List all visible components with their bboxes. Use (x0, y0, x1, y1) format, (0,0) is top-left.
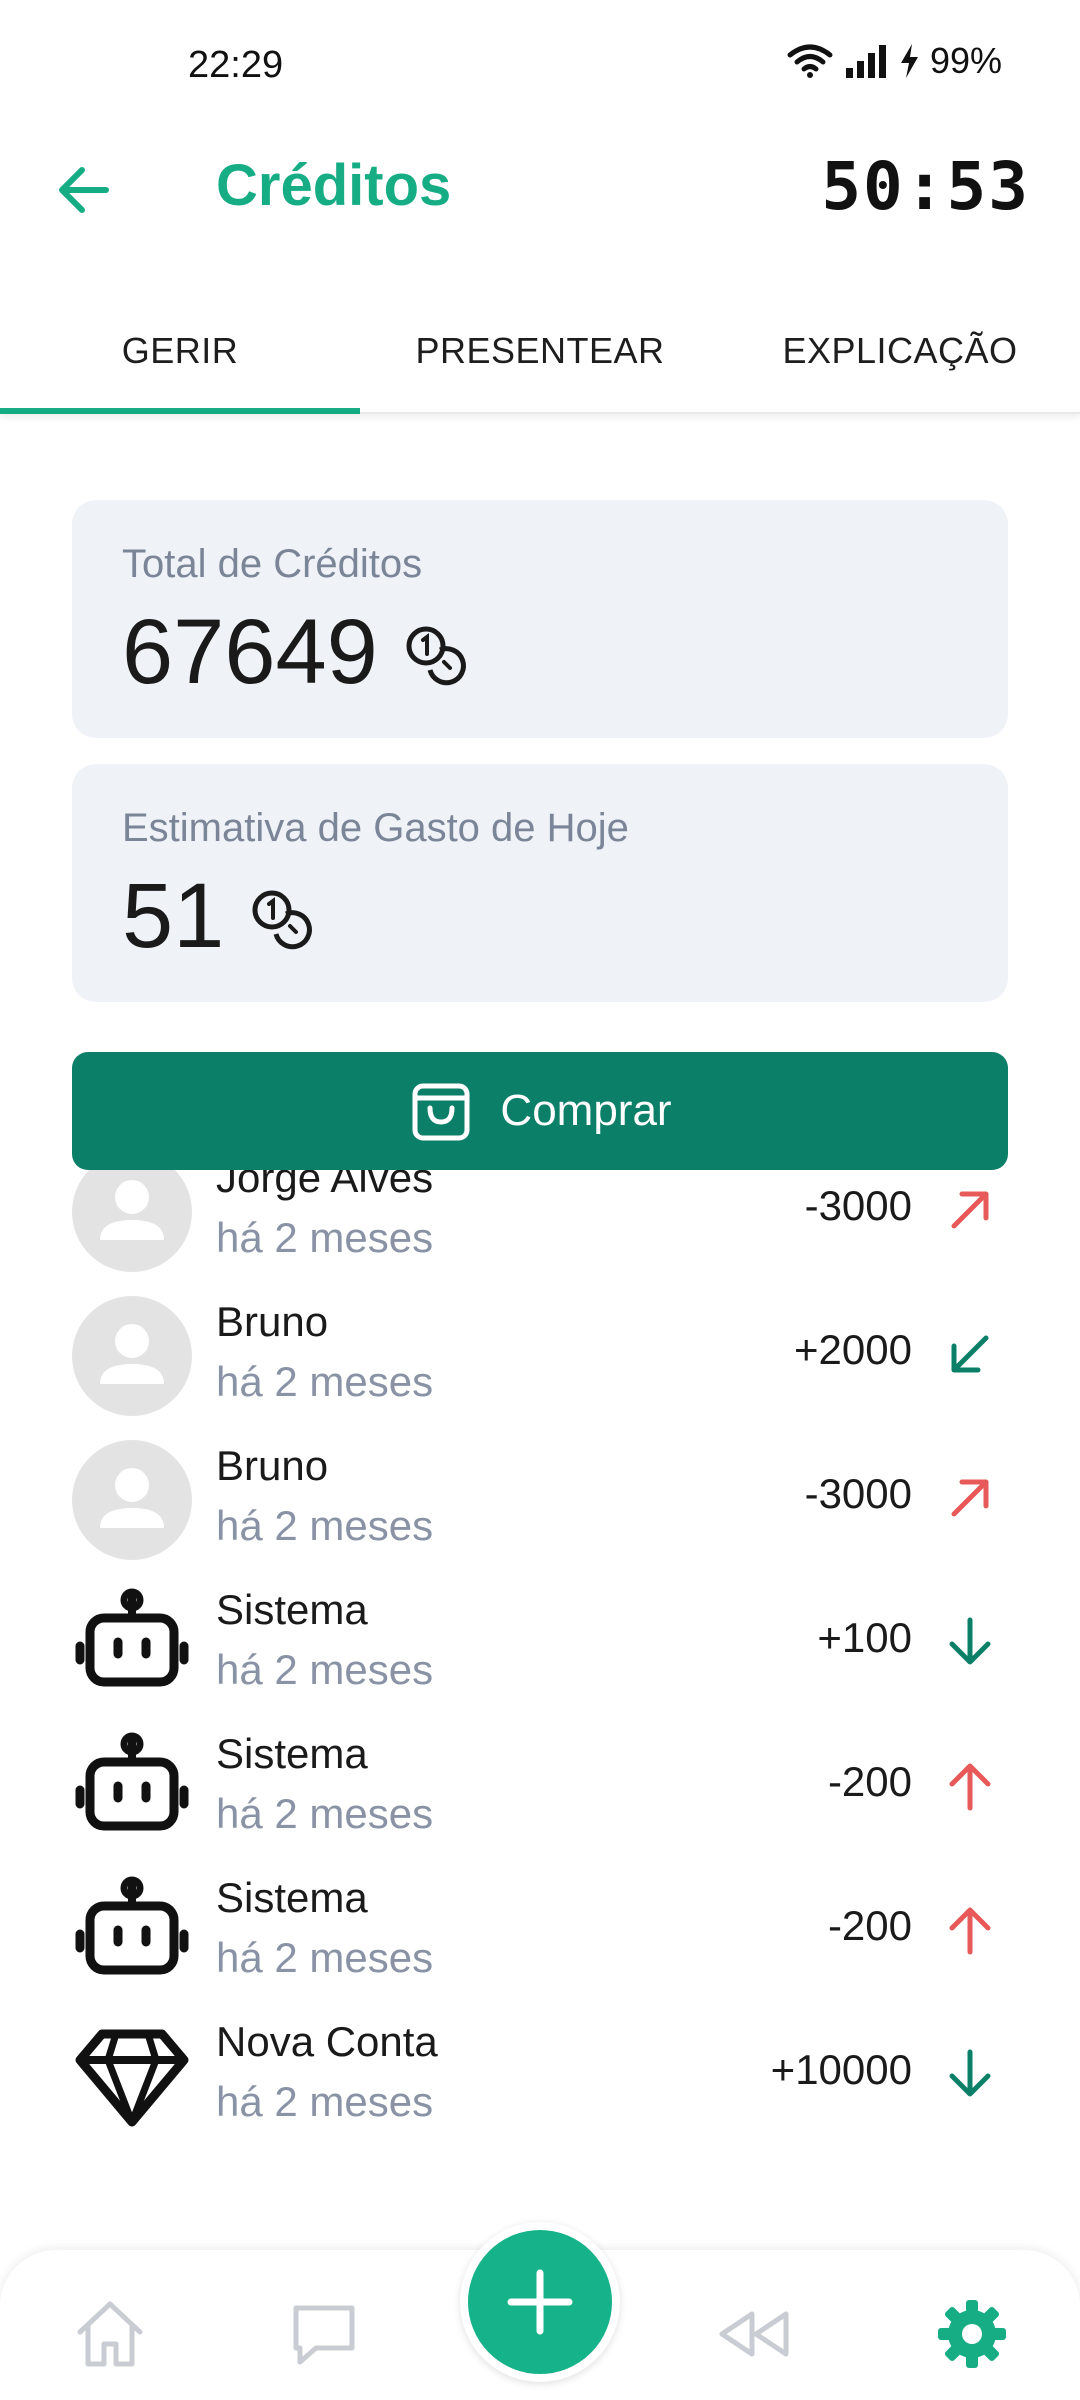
total-credits-value-row: 67649 (122, 600, 472, 705)
transaction-time: há 2 meses (216, 1934, 434, 1981)
wifi-icon (787, 44, 833, 78)
settings-icon[interactable] (934, 2296, 1010, 2372)
today-estimate-label: Estimativa de Gasto de Hoje (122, 806, 629, 850)
shopping-bag-icon (412, 1083, 470, 1141)
battery-percent: 99% (929, 40, 1002, 81)
transaction-time: há 2 meses (216, 1790, 434, 1837)
transaction-name: Bruno (216, 1298, 329, 1345)
buy-button[interactable]: Comprar (72, 1052, 1008, 1170)
transaction-amount: -200 (827, 1758, 912, 1805)
transaction-amount: -3000 (804, 1182, 912, 1229)
transaction-row[interactable]: Sistema há 2 meses -200 (0, 1716, 1080, 1860)
user-avatar (72, 1440, 192, 1560)
robot-icon (75, 1588, 189, 1687)
coins-icon (406, 626, 466, 685)
total-credits-card: Total de Créditos 67649 (72, 500, 1008, 738)
add-icon (507, 2269, 573, 2335)
arrow-down-icon (949, 2049, 991, 2097)
timer: 50:53 (821, 148, 1030, 225)
arrow-up-right-icon (951, 1479, 989, 1517)
total-credits-value: 67649 (122, 601, 378, 703)
total-credits-label: Total de Créditos (122, 542, 423, 586)
arrow-down-left-icon (951, 1335, 989, 1373)
transaction-name: Bruno (216, 1442, 329, 1489)
transactions-list[interactable]: Jorge Alves há 2 meses -3000 Bruno há 2 … (0, 1170, 1080, 2200)
transaction-row[interactable]: Nova Conta há 2 meses +10000 (0, 2004, 1080, 2148)
robot-icon (75, 1876, 189, 1975)
arrow-up-right-icon (951, 1191, 989, 1229)
buy-button-label: Comprar (500, 1086, 672, 1135)
transaction-name: Jorge Alves (216, 1170, 434, 1201)
transaction-amount: -200 (827, 1902, 912, 1949)
status-bar: 22:29 99% (0, 0, 1080, 130)
transaction-row[interactable]: Jorge Alves há 2 meses -3000 (0, 1170, 1080, 1284)
transaction-amount: +10000 (770, 2046, 912, 2093)
transaction-time: há 2 meses (216, 1646, 434, 1693)
transaction-row[interactable]: Sistema há 2 meses +100 (0, 1572, 1080, 1716)
add-button[interactable] (460, 2222, 620, 2382)
chat-icon[interactable] (286, 2296, 362, 2372)
user-avatar (72, 1296, 192, 1416)
diamond-icon (75, 2029, 189, 2127)
signal-icon (845, 45, 886, 78)
transaction-name: Sistema (216, 1586, 368, 1633)
tab-bar: GERIR PRESENTEAR EXPLICAÇÃO (0, 290, 1080, 414)
today-estimate-value: 51 (122, 865, 225, 967)
arrow-up-icon (949, 1763, 991, 1811)
back-arrow-icon[interactable] (52, 158, 116, 222)
transaction-amount: +100 (817, 1614, 912, 1661)
transaction-name: Sistema (216, 1730, 368, 1777)
page-title: Créditos (216, 153, 452, 218)
transaction-name: Sistema (216, 1874, 368, 1921)
tab-explicacao[interactable]: EXPLICAÇÃO (720, 290, 1080, 412)
home-icon[interactable] (72, 2296, 148, 2372)
today-estimate-card: Estimativa de Gasto de Hoje 51 (72, 764, 1008, 1002)
app-header: Créditos 50:53 (0, 130, 1080, 250)
robot-icon (75, 1732, 189, 1831)
arrow-up-icon (949, 1907, 991, 1955)
transaction-row[interactable]: Bruno há 2 meses -3000 (0, 1428, 1080, 1572)
transaction-amount: -3000 (804, 1470, 912, 1517)
transaction-amount: +2000 (794, 1326, 912, 1373)
rewind-icon[interactable] (716, 2296, 792, 2372)
battery-charging-icon (900, 44, 918, 78)
tab-gerir[interactable]: GERIR (0, 290, 360, 414)
status-icons: 99% (786, 40, 1002, 82)
user-avatar (72, 1170, 192, 1272)
transaction-time: há 2 meses (216, 1214, 434, 1261)
status-time: 22:29 (188, 44, 284, 86)
coins-icon (252, 890, 313, 949)
transaction-row[interactable]: Sistema há 2 meses -200 (0, 1860, 1080, 2004)
transaction-time: há 2 meses (216, 1358, 434, 1405)
transaction-time: há 2 meses (216, 2078, 434, 2125)
tab-presentear[interactable]: PRESENTEAR (360, 290, 720, 412)
transaction-time: há 2 meses (216, 1502, 434, 1549)
today-estimate-value-row: 51 (122, 864, 318, 969)
arrow-down-icon (949, 1617, 991, 1665)
transaction-row[interactable]: Bruno há 2 meses +2000 (0, 1284, 1080, 1428)
transaction-name: Nova Conta (216, 2018, 438, 2065)
